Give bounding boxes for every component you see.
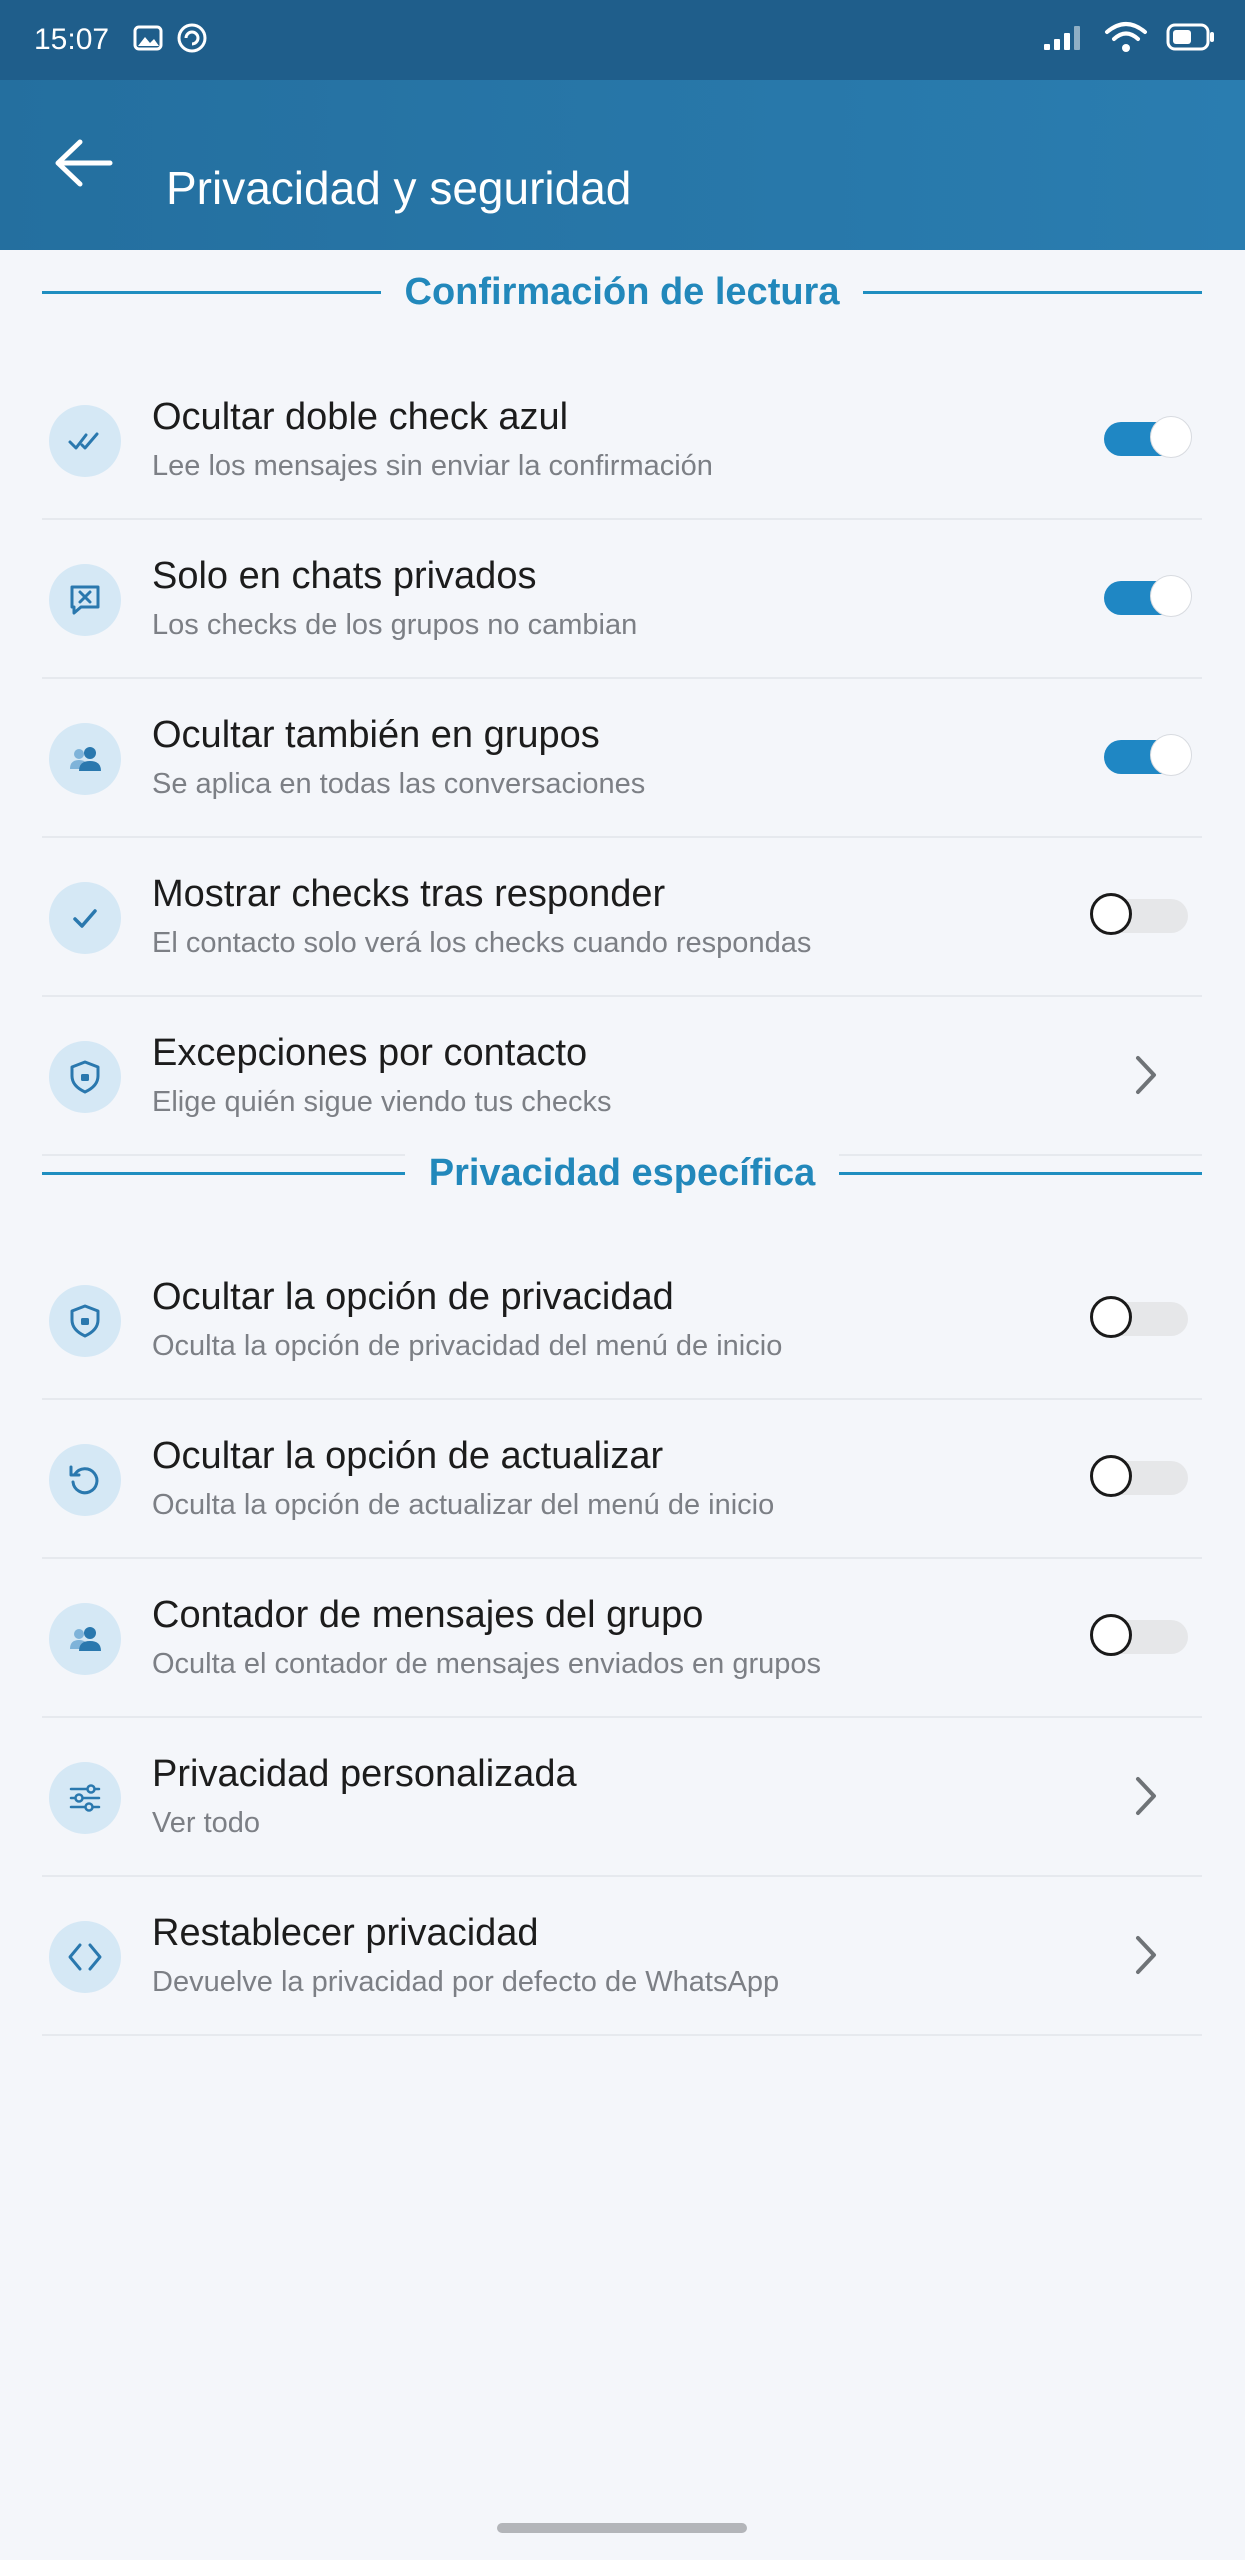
back-arrow-icon[interactable] [50, 130, 120, 200]
setting-title: Ocultar la opción de privacidad [152, 1276, 674, 1318]
setting-custom-privacy[interactable]: Privacidad personalizada Ver todo [42, 1717, 1202, 1877]
setting-title: Ocultar también en grupos [152, 714, 600, 756]
setting-subtitle: Ver todo [152, 1807, 261, 1839]
battery-icon [1166, 22, 1216, 57]
chat-x-icon [49, 564, 121, 636]
setting-title: Excepciones por contacto [152, 1032, 588, 1074]
setting-title: Ocultar la opción de actualizar [152, 1435, 664, 1477]
toggle-knob [1090, 1614, 1132, 1656]
shield-icon [49, 1285, 121, 1357]
group-icon [49, 1603, 121, 1675]
status-bar: 15:07 [0, 0, 1245, 80]
sync-icon [176, 22, 208, 59]
double-check-icon [49, 405, 121, 477]
section-header-read-receipts: Confirmación de lectura [42, 262, 1202, 322]
setting-private-chats-only[interactable]: Solo en chats privados Los checks de los… [42, 519, 1202, 679]
toggle-switch[interactable] [1104, 416, 1192, 458]
refresh-icon [49, 1444, 121, 1516]
setting-hide-privacy-option[interactable]: Ocultar la opción de privacidad Oculta l… [42, 1240, 1202, 1400]
toggle-knob [1150, 416, 1192, 458]
setting-hide-in-groups[interactable]: Ocultar también en grupos Se aplica en t… [42, 678, 1202, 838]
toggle-switch[interactable] [1104, 575, 1192, 617]
setting-title: Privacidad personalizada [152, 1753, 577, 1795]
setting-reset-privacy[interactable]: Restablecer privacidad Devuelve la priva… [42, 1876, 1202, 2036]
setting-subtitle: Lee los mensajes sin enviar la confirmac… [152, 450, 713, 482]
sliders-icon [49, 1762, 121, 1834]
toggle-knob [1090, 1296, 1132, 1338]
setting-group-message-counter[interactable]: Contador de mensajes del grupo Oculta el… [42, 1558, 1202, 1718]
image-icon [132, 22, 164, 59]
setting-title: Restablecer privacidad [152, 1912, 539, 1954]
toggle-knob [1090, 1455, 1132, 1497]
setting-subtitle: Oculta la opción de actualizar del menú … [152, 1489, 775, 1521]
setting-hide-update-option[interactable]: Ocultar la opción de actualizar Oculta l… [42, 1399, 1202, 1559]
code-icon [49, 1921, 121, 1993]
setting-title: Ocultar doble check azul [152, 396, 569, 438]
toggle-switch[interactable] [1104, 734, 1192, 776]
chevron-right-icon [1126, 1773, 1166, 1819]
toggle-knob [1150, 575, 1192, 617]
check-icon [49, 882, 121, 954]
setting-title: Mostrar checks tras responder [152, 873, 666, 915]
setting-subtitle: Se aplica en todas las conversaciones [152, 768, 646, 800]
setting-title: Solo en chats privados [152, 555, 537, 597]
app-bar: Privacidad y seguridad [0, 80, 1245, 250]
toggle-switch[interactable] [1090, 1455, 1188, 1497]
setting-subtitle: Elige quién sigue viendo tus checks [152, 1086, 612, 1118]
setting-contact-exceptions[interactable]: Excepciones por contacto Elige quién sig… [42, 996, 1202, 1156]
toggle-knob [1150, 734, 1192, 776]
chevron-right-icon [1126, 1052, 1166, 1098]
setting-subtitle: Los checks de los grupos no cambian [152, 609, 638, 641]
chevron-right-icon [1126, 1932, 1166, 1978]
toggle-switch[interactable] [1090, 1296, 1188, 1338]
setting-subtitle: El contacto solo verá los checks cuando … [152, 927, 812, 959]
page-title: Privacidad y seguridad [166, 162, 632, 214]
wifi-icon [1104, 20, 1148, 59]
group-icon [49, 723, 121, 795]
section-title: Privacidad específica [404, 1152, 840, 1194]
setting-subtitle: Oculta el contador de mensajes enviados … [152, 1648, 822, 1680]
shield-icon [49, 1041, 121, 1113]
home-indicator[interactable] [497, 2523, 747, 2533]
setting-title: Contador de mensajes del grupo [152, 1594, 704, 1636]
toggle-knob [1090, 893, 1132, 935]
toggle-switch[interactable] [1090, 1614, 1188, 1656]
section-title: Confirmación de lectura [380, 271, 864, 313]
setting-subtitle: Oculta la opción de privacidad del menú … [152, 1330, 783, 1362]
setting-hide-blue-ticks[interactable]: Ocultar doble check azul Lee los mensaje… [42, 360, 1202, 520]
setting-show-ticks-after-reply[interactable]: Mostrar checks tras responder El contact… [42, 837, 1202, 997]
section-header-specific-privacy: Privacidad específica [42, 1143, 1202, 1203]
toggle-switch[interactable] [1090, 893, 1188, 935]
status-time: 15:07 [34, 23, 110, 56]
setting-subtitle: Devuelve la privacidad por defecto de Wh… [152, 1966, 780, 1998]
signal-icon [1042, 24, 1090, 57]
